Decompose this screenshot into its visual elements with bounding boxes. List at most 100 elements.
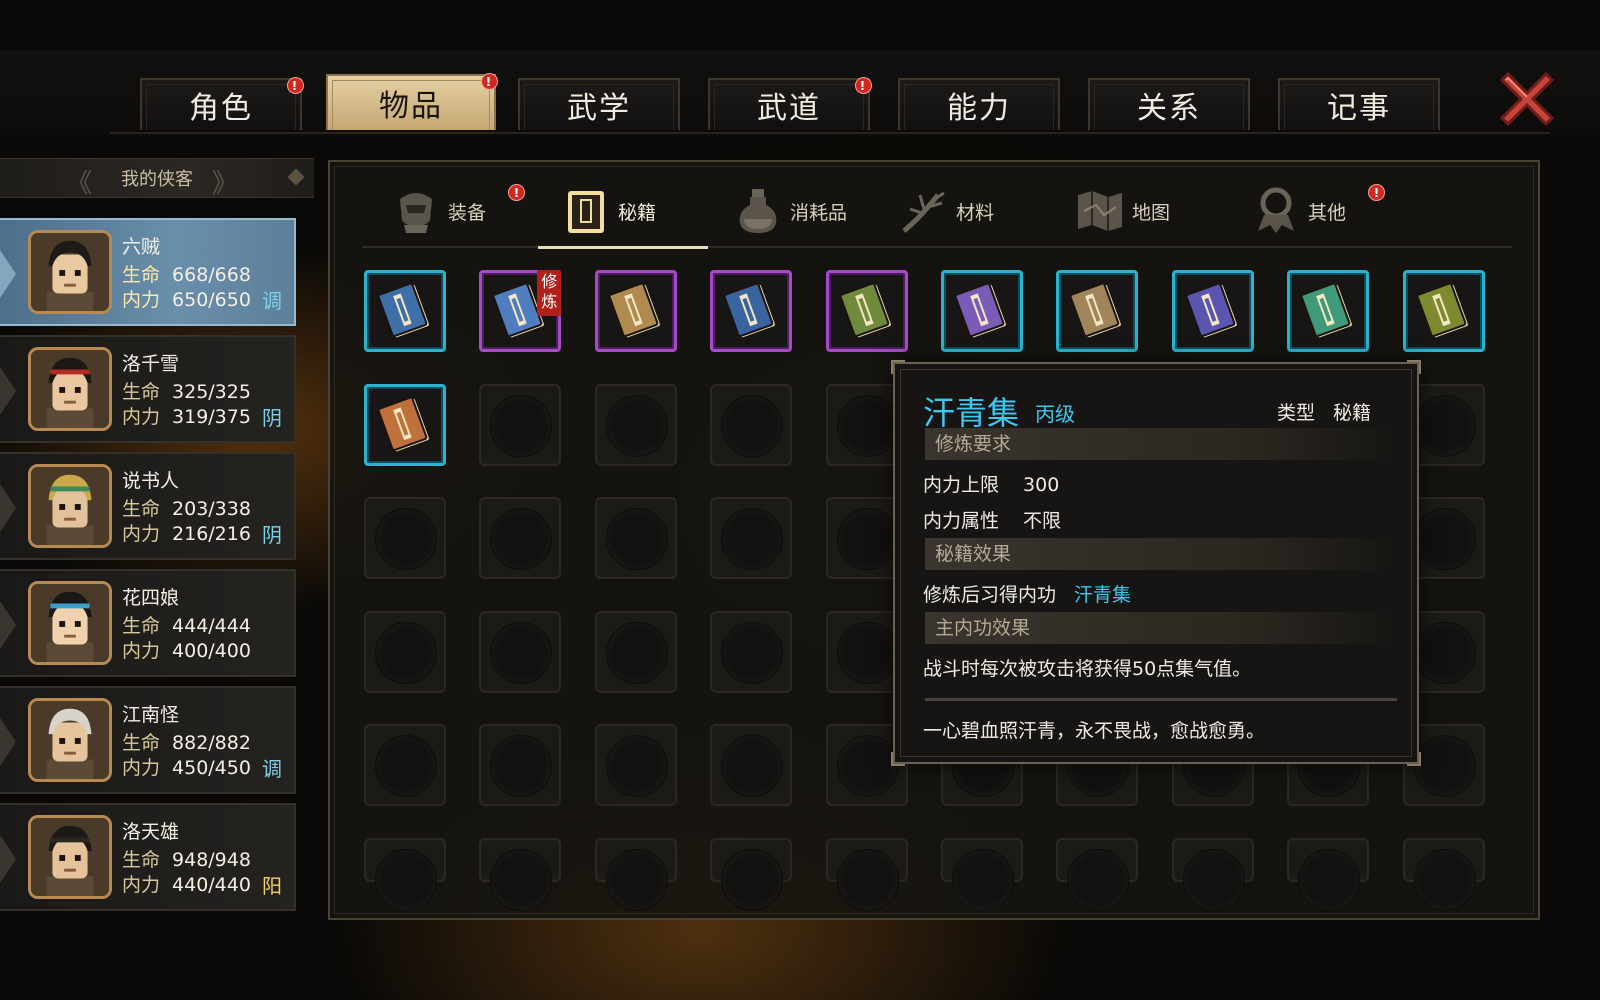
hp-value: 444/444 — [172, 615, 251, 637]
sub-tab-misc[interactable]: 其他! — [1250, 178, 1410, 244]
character-card[interactable]: 洛天雄 生命 948/948 内力 440/440 阳 — [0, 803, 296, 911]
internal-attribute: 阴 — [262, 523, 282, 547]
close-button[interactable] — [1494, 66, 1560, 132]
tab-journal[interactable]: 记事 — [1278, 78, 1440, 130]
empty-slot[interactable] — [479, 724, 562, 806]
close-icon — [1499, 71, 1555, 127]
inventory-item-slot[interactable] — [825, 270, 908, 352]
mp-value: 450/450 — [172, 757, 251, 779]
item-tooltip: 汗青集 丙级 类型 秘籍 修炼要求 内力上限 300 内力属性 不限 秘籍效果 修炼后… — [891, 360, 1421, 766]
req-attr-row: 内力属性 不限 — [923, 506, 1061, 533]
empty-slot[interactable] — [710, 383, 793, 466]
empty-slot[interactable] — [479, 610, 562, 693]
hp-label: 生命 — [122, 381, 161, 403]
hp-label: 生命 — [122, 849, 161, 871]
mp-row: 内力 440/440 — [122, 870, 251, 897]
mp-label: 内力 — [122, 640, 161, 662]
top-divider — [110, 132, 1550, 134]
empty-slot[interactable] — [594, 724, 677, 806]
card-notch — [0, 601, 16, 649]
empty-slot[interactable] — [1402, 837, 1485, 911]
active-sub-tab-indicator — [538, 246, 708, 249]
inventory-item-slot[interactable] — [1287, 270, 1370, 352]
empty-slot[interactable] — [364, 610, 446, 693]
empty-slot[interactable] — [1056, 837, 1139, 911]
slot-ring — [375, 621, 437, 684]
empty-slot[interactable] — [479, 837, 562, 911]
inventory-item-slot[interactable] — [364, 270, 446, 352]
character-card[interactable]: 江南怪 生命 882/882 内力 450/450 调 — [0, 686, 296, 794]
avatar — [28, 581, 112, 665]
slot-ring — [721, 394, 784, 457]
slot-ring — [1413, 621, 1476, 684]
sub-tab-armor[interactable]: 装备! — [390, 178, 550, 244]
card-notch — [0, 484, 16, 532]
slot-ring — [605, 621, 668, 684]
slot-ring — [605, 735, 668, 797]
tab-relations[interactable]: 关系 — [1088, 78, 1250, 130]
tab-items[interactable]: 物品! — [326, 73, 498, 130]
tab-martial-way[interactable]: 武道! — [708, 77, 872, 130]
empty-slot[interactable] — [710, 724, 793, 806]
book-icon — [954, 282, 1006, 338]
slot-ring — [1298, 848, 1361, 911]
empty-slot[interactable] — [364, 497, 446, 579]
sub-tab-label: 消耗品 — [790, 201, 848, 224]
empty-slot[interactable] — [1171, 837, 1254, 911]
sub-tab-map[interactable]: 地图 — [1074, 178, 1234, 244]
tooltip-corner — [1407, 752, 1421, 766]
type-value: 秘籍 — [1332, 402, 1371, 424]
empty-slot[interactable] — [710, 610, 793, 693]
inventory-item-slot[interactable]: 修炼 — [479, 270, 562, 352]
avatar — [28, 464, 112, 548]
portrait-image — [31, 233, 109, 311]
empty-slot[interactable] — [594, 497, 677, 579]
tab-label: 关系 — [1137, 91, 1201, 126]
empty-slot[interactable] — [364, 724, 446, 806]
inventory-item-slot[interactable] — [1056, 270, 1139, 352]
inventory-item-slot[interactable] — [710, 270, 793, 352]
inventory-item-slot[interactable] — [594, 270, 677, 352]
empty-slot[interactable] — [710, 837, 793, 911]
sub-tab-potion[interactable]: 消耗品 — [732, 178, 892, 244]
empty-slot[interactable] — [594, 383, 677, 466]
avatar — [28, 698, 112, 782]
sub-tab-book[interactable]: 秘籍 — [560, 178, 720, 244]
tab-abilities[interactable]: 能力 — [898, 78, 1060, 130]
character-card[interactable]: 洛千雪 生命 325/325 内力 319/375 阴 — [0, 335, 296, 443]
sub-tab-herb[interactable]: 材料 — [898, 178, 1058, 244]
inventory-item-slot[interactable] — [941, 270, 1023, 352]
empty-slot[interactable] — [479, 383, 562, 466]
slot-ring — [605, 508, 668, 570]
character-card[interactable]: 花四娘 生命 444/444 内力 400/400 — [0, 569, 296, 677]
notification-badge: ! — [481, 73, 498, 90]
notification-badge: ! — [855, 77, 872, 94]
empty-slot[interactable] — [594, 837, 677, 911]
inventory-item-slot[interactable] — [364, 383, 446, 466]
hp-label: 生命 — [122, 615, 161, 637]
inventory-item-slot[interactable] — [1402, 270, 1485, 352]
avatar — [28, 347, 112, 431]
tab-character[interactable]: 角色! — [140, 77, 304, 130]
book-icon — [839, 282, 891, 338]
character-card[interactable]: 六贼 生命 668/668 内力 650/650 调 — [0, 218, 296, 326]
req-mp-row: 内力上限 300 — [923, 470, 1059, 497]
hp-row: 生命 325/325 — [122, 377, 251, 404]
sub-tab-label: 装备 — [448, 201, 487, 224]
empty-slot[interactable] — [825, 837, 908, 911]
tab-martial-arts[interactable]: 武学 — [518, 78, 680, 130]
empty-slot[interactable] — [364, 837, 446, 911]
mp-value: 650/650 — [172, 289, 251, 311]
hp-value: 325/325 — [172, 381, 251, 403]
empty-slot[interactable] — [710, 497, 793, 579]
empty-slot[interactable] — [479, 497, 562, 579]
slot-ring — [1413, 735, 1476, 797]
empty-slot[interactable] — [1287, 837, 1370, 911]
tab-label: 能力 — [947, 91, 1011, 126]
book-icon — [608, 282, 660, 338]
character-card[interactable]: 说书人 生命 203/338 内力 216/216 阴 — [0, 452, 296, 560]
empty-slot[interactable] — [594, 610, 677, 693]
inventory-item-slot[interactable] — [1171, 270, 1254, 352]
empty-slot[interactable] — [941, 837, 1023, 911]
slot-ring — [952, 848, 1014, 911]
